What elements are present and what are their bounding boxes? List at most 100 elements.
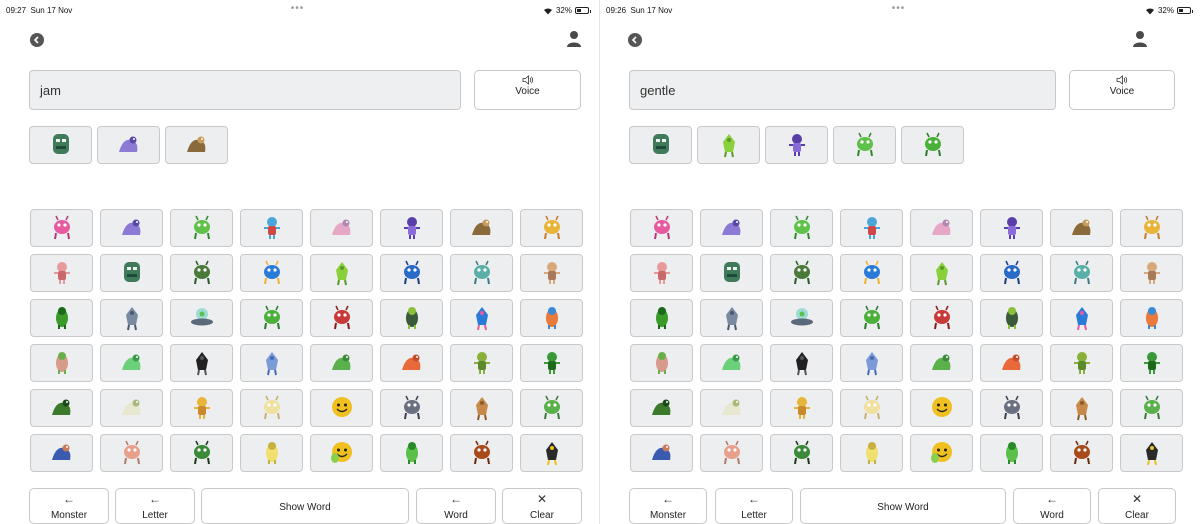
- monster-tile[interactable]: [700, 389, 763, 427]
- monster-tile[interactable]: [629, 126, 692, 164]
- user-button[interactable]: [566, 30, 582, 48]
- monster-tile[interactable]: [30, 209, 93, 247]
- monster-tile[interactable]: [770, 209, 833, 247]
- clear-button[interactable]: ✕ Clear: [502, 488, 582, 524]
- monster-tile[interactable]: [170, 299, 233, 337]
- monster-tile[interactable]: [630, 299, 693, 337]
- monster-tile[interactable]: [450, 344, 513, 382]
- monster-tile[interactable]: [901, 126, 964, 164]
- monster-tile[interactable]: [630, 389, 693, 427]
- monster-tile[interactable]: [770, 299, 833, 337]
- monster-tile[interactable]: [520, 299, 583, 337]
- monster-tile[interactable]: [833, 126, 896, 164]
- monster-tile[interactable]: [1120, 254, 1183, 292]
- monster-tile[interactable]: [1120, 209, 1183, 247]
- monster-tile[interactable]: [1120, 389, 1183, 427]
- monster-tile[interactable]: [240, 299, 303, 337]
- monster-tile[interactable]: [697, 126, 760, 164]
- monster-tile[interactable]: [170, 254, 233, 292]
- monster-tile[interactable]: [910, 344, 973, 382]
- monster-tile[interactable]: [1050, 209, 1113, 247]
- monster-tile[interactable]: [700, 434, 763, 472]
- monster-tile[interactable]: [520, 434, 583, 472]
- monster-tile[interactable]: [980, 389, 1043, 427]
- multitask-dots[interactable]: •••: [892, 3, 906, 14]
- monster-tile[interactable]: [840, 344, 903, 382]
- monster-back-button[interactable]: ← Monster: [629, 488, 707, 524]
- monster-tile[interactable]: [30, 389, 93, 427]
- monster-tile[interactable]: [840, 209, 903, 247]
- monster-tile[interactable]: [980, 434, 1043, 472]
- monster-tile[interactable]: [380, 344, 443, 382]
- monster-tile[interactable]: [450, 299, 513, 337]
- monster-tile[interactable]: [380, 299, 443, 337]
- monster-tile[interactable]: [310, 434, 373, 472]
- monster-tile[interactable]: [30, 344, 93, 382]
- monster-tile[interactable]: [310, 299, 373, 337]
- monster-tile[interactable]: [770, 254, 833, 292]
- monster-tile[interactable]: [170, 344, 233, 382]
- monster-tile[interactable]: [630, 209, 693, 247]
- word-back-button[interactable]: ← Word: [416, 488, 496, 524]
- monster-tile[interactable]: [1050, 389, 1113, 427]
- monster-tile[interactable]: [630, 254, 693, 292]
- monster-tile[interactable]: [170, 389, 233, 427]
- monster-tile[interactable]: [380, 209, 443, 247]
- monster-tile[interactable]: [840, 254, 903, 292]
- monster-tile[interactable]: [520, 254, 583, 292]
- monster-tile[interactable]: [240, 254, 303, 292]
- monster-tile[interactable]: [1120, 344, 1183, 382]
- monster-tile[interactable]: [770, 434, 833, 472]
- multitask-dots[interactable]: •••: [291, 3, 305, 14]
- monster-tile[interactable]: [450, 434, 513, 472]
- word-field[interactable]: gentle: [629, 70, 1056, 110]
- monster-tile[interactable]: [450, 254, 513, 292]
- monster-tile[interactable]: [30, 434, 93, 472]
- monster-tile[interactable]: [520, 209, 583, 247]
- monster-tile[interactable]: [700, 299, 763, 337]
- monster-tile[interactable]: [700, 209, 763, 247]
- monster-back-button[interactable]: ← Monster: [29, 488, 109, 524]
- voice-button[interactable]: Voice: [474, 70, 581, 110]
- monster-tile[interactable]: [770, 389, 833, 427]
- monster-tile[interactable]: [165, 126, 228, 164]
- letter-back-button[interactable]: ← Letter: [715, 488, 793, 524]
- monster-tile[interactable]: [980, 299, 1043, 337]
- monster-tile[interactable]: [310, 209, 373, 247]
- monster-tile[interactable]: [700, 254, 763, 292]
- monster-tile[interactable]: [520, 389, 583, 427]
- monster-tile[interactable]: [380, 389, 443, 427]
- monster-tile[interactable]: [170, 209, 233, 247]
- monster-tile[interactable]: [765, 126, 828, 164]
- monster-tile[interactable]: [980, 254, 1043, 292]
- monster-tile[interactable]: [240, 344, 303, 382]
- monster-tile[interactable]: [380, 254, 443, 292]
- monster-tile[interactable]: [840, 389, 903, 427]
- monster-tile[interactable]: [450, 209, 513, 247]
- monster-tile[interactable]: [910, 254, 973, 292]
- monster-tile[interactable]: [240, 434, 303, 472]
- monster-tile[interactable]: [100, 434, 163, 472]
- monster-tile[interactable]: [30, 254, 93, 292]
- word-field[interactable]: jam: [29, 70, 461, 110]
- monster-tile[interactable]: [380, 434, 443, 472]
- monster-tile[interactable]: [980, 209, 1043, 247]
- monster-tile[interactable]: [240, 209, 303, 247]
- monster-tile[interactable]: [520, 344, 583, 382]
- back-button[interactable]: [628, 33, 642, 47]
- monster-tile[interactable]: [100, 344, 163, 382]
- back-button[interactable]: [30, 33, 44, 47]
- letter-back-button[interactable]: ← Letter: [115, 488, 195, 524]
- monster-tile[interactable]: [1050, 299, 1113, 337]
- monster-tile[interactable]: [770, 344, 833, 382]
- show-word-button[interactable]: Show Word: [201, 488, 409, 524]
- monster-tile[interactable]: [910, 299, 973, 337]
- monster-tile[interactable]: [1120, 299, 1183, 337]
- monster-tile[interactable]: [1050, 254, 1113, 292]
- monster-tile[interactable]: [240, 389, 303, 427]
- monster-tile[interactable]: [840, 434, 903, 472]
- monster-tile[interactable]: [30, 299, 93, 337]
- monster-tile[interactable]: [97, 126, 160, 164]
- monster-tile[interactable]: [910, 434, 973, 472]
- monster-tile[interactable]: [100, 254, 163, 292]
